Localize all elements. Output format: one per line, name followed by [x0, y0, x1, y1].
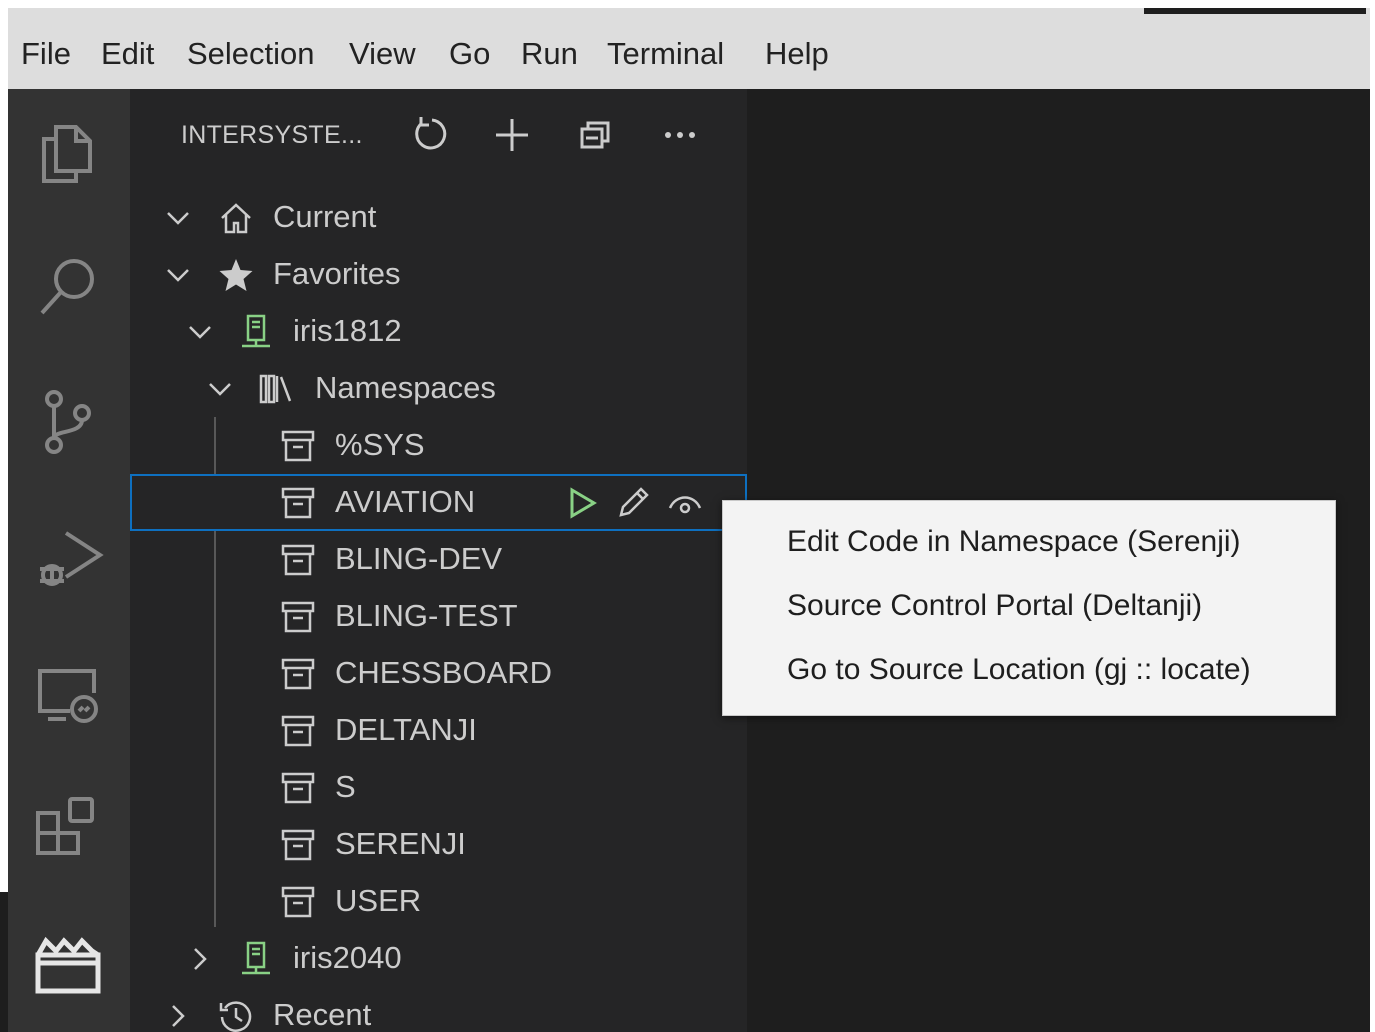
server-icon: [238, 314, 274, 350]
chevron-right-icon[interactable]: [164, 1002, 192, 1030]
menu-help[interactable]: Help: [765, 36, 829, 72]
run-debug-icon[interactable]: [30, 519, 106, 595]
tree-item-label: iris1812: [293, 313, 402, 348]
menu-edit[interactable]: Edit: [101, 36, 154, 72]
menu-terminal[interactable]: Terminal: [607, 36, 724, 72]
tree-item-label: Current: [273, 199, 377, 234]
tree-item-iris2040[interactable]: iris2040: [130, 930, 747, 987]
run-icon[interactable]: [563, 484, 601, 522]
context-menu: Edit Code in Namespace (Serenji) Source …: [722, 500, 1336, 716]
intersystems-tools-icon[interactable]: [30, 925, 106, 1001]
title-bar-fragment: [1144, 8, 1366, 14]
star-icon: [218, 257, 254, 293]
archive-icon: [280, 713, 316, 749]
tree-item-namespace-selected[interactable]: AVIATION: [130, 474, 747, 531]
activity-bar: [8, 89, 130, 1032]
sidebar-title: INTERSYSTE...: [181, 121, 363, 149]
menu-item-go-to-source-location[interactable]: Go to Source Location (gj :: locate): [787, 653, 1251, 687]
archive-icon: [280, 884, 316, 920]
collapse-all-icon[interactable]: [574, 113, 618, 157]
menu-item-edit-code-serenji[interactable]: Edit Code in Namespace (Serenji): [787, 525, 1241, 559]
tree-item-namespace[interactable]: CHESSBOARD: [130, 645, 747, 702]
tree-item-label: Recent: [273, 997, 372, 1032]
tree-item-current[interactable]: Current: [130, 189, 747, 246]
explorer-icon[interactable]: [30, 115, 106, 191]
tree-item-namespace[interactable]: %SYS: [130, 417, 747, 474]
tree-item-namespaces[interactable]: Namespaces: [130, 360, 747, 417]
tree-item-namespace[interactable]: DELTANJI: [130, 702, 747, 759]
archive-icon: [280, 428, 316, 464]
side-bar: INTERSYSTE... Current Favorites iris1812…: [130, 89, 747, 1032]
search-icon[interactable]: [30, 249, 106, 325]
chevron-down-icon[interactable]: [206, 375, 234, 403]
more-actions-icon[interactable]: [658, 113, 702, 157]
menu-run[interactable]: Run: [521, 36, 578, 72]
menu-go[interactable]: Go: [449, 36, 490, 72]
tree-item-namespace[interactable]: USER: [130, 873, 747, 930]
tree-item-recent[interactable]: Recent: [130, 987, 747, 1032]
refresh-icon[interactable]: [408, 113, 452, 157]
tree-item-label: SERENJI: [335, 826, 466, 861]
vscode-window: File Edit Selection View Go Run Terminal…: [8, 8, 1370, 1032]
menu-bar: File Edit Selection View Go Run Terminal…: [8, 8, 1370, 89]
menu-item-source-control-portal[interactable]: Source Control Portal (Deltanji): [787, 589, 1202, 623]
archive-icon: [280, 827, 316, 863]
tree-item-label: USER: [335, 883, 422, 918]
tree-item-label: %SYS: [335, 427, 425, 462]
chevron-down-icon[interactable]: [164, 261, 192, 289]
view-eye-icon[interactable]: [666, 484, 704, 522]
tree-item-namespace[interactable]: BLING-TEST: [130, 588, 747, 645]
add-icon[interactable]: [490, 113, 534, 157]
tree-item-label: S: [335, 769, 356, 804]
history-icon: [218, 998, 254, 1032]
tree-item-label: BLING-TEST: [335, 598, 518, 633]
extensions-icon[interactable]: [30, 789, 106, 865]
tree-item-iris1812[interactable]: iris1812: [130, 303, 747, 360]
home-icon: [218, 200, 254, 236]
chevron-right-icon[interactable]: [186, 945, 214, 973]
tree-item-label: AVIATION: [335, 484, 476, 519]
archive-icon: [280, 485, 316, 521]
tree-item-label: iris2040: [293, 940, 402, 975]
archive-icon: [280, 599, 316, 635]
tree-item-label: DELTANJI: [335, 712, 477, 747]
server-icon: [238, 941, 274, 977]
archive-icon: [280, 656, 316, 692]
menu-file[interactable]: File: [21, 36, 71, 72]
edit-pencil-icon[interactable]: [614, 484, 652, 522]
archive-icon: [280, 542, 316, 578]
remote-explorer-icon[interactable]: [30, 655, 106, 731]
chevron-down-icon[interactable]: [186, 318, 214, 346]
chevron-down-icon[interactable]: [164, 204, 192, 232]
menu-view[interactable]: View: [349, 36, 416, 72]
source-control-icon[interactable]: [30, 383, 106, 459]
tree-item-label: Favorites: [273, 256, 401, 291]
archive-icon: [280, 770, 316, 806]
menu-selection[interactable]: Selection: [187, 36, 315, 72]
background-fragment: [0, 892, 8, 1032]
tree-item-namespace[interactable]: BLING-DEV: [130, 531, 747, 588]
tree-item-namespace[interactable]: SERENJI: [130, 816, 747, 873]
tree-item-label: CHESSBOARD: [335, 655, 553, 690]
tree-item-label: Namespaces: [315, 370, 496, 405]
tree-item-namespace[interactable]: S: [130, 759, 747, 816]
library-icon: [258, 371, 294, 407]
tree-item-label: BLING-DEV: [335, 541, 503, 576]
tree-item-favorites[interactable]: Favorites: [130, 246, 747, 303]
